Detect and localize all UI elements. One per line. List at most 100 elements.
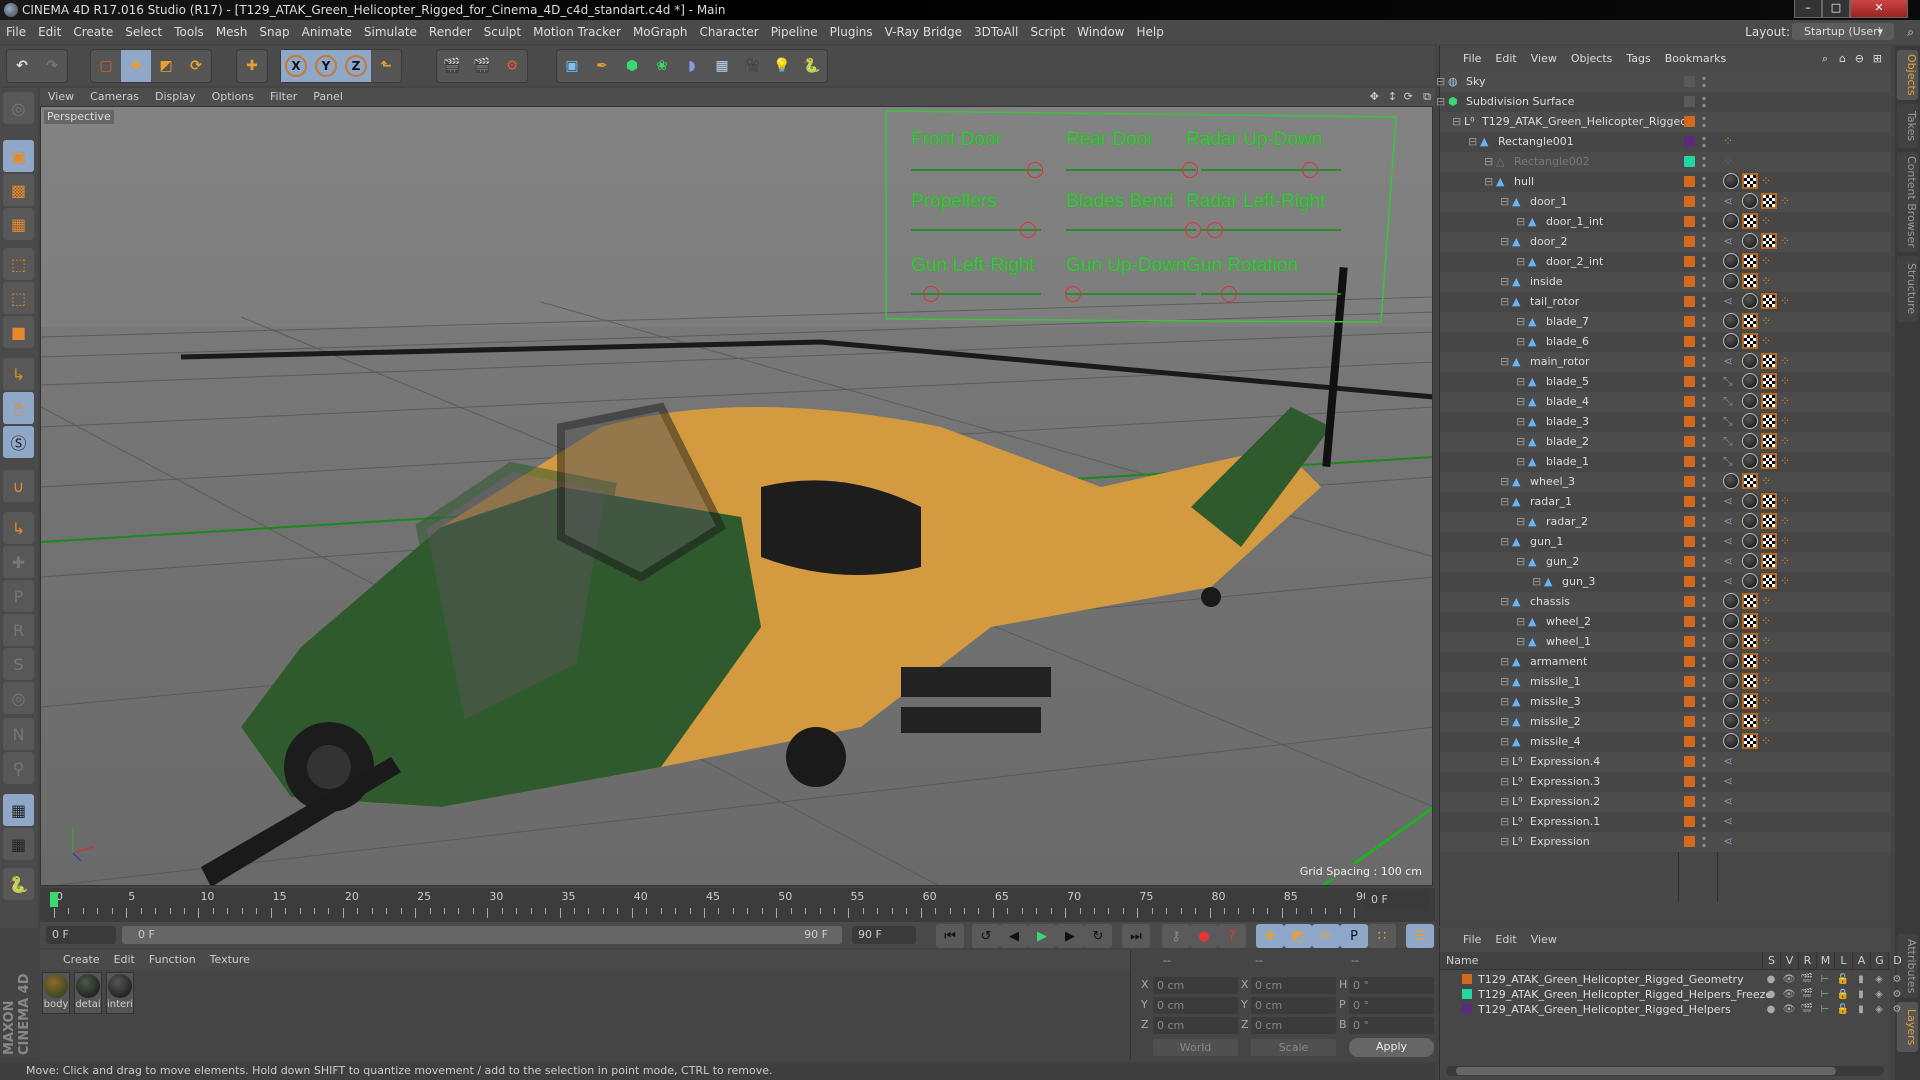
layer-horizontal-scrollbar[interactable] — [1446, 1066, 1884, 1076]
material-tag-icon[interactable] — [1742, 353, 1758, 369]
phong-tag-icon[interactable]: ⁘ — [1761, 333, 1777, 349]
deformer-button[interactable]: ◗ — [677, 50, 707, 82]
phong-tag-icon[interactable]: ⁘ — [1761, 713, 1777, 729]
hud-slider-track[interactable] — [1066, 162, 1198, 178]
object-row[interactable]: ⊟ ▲ blade_3 ⤡ ⁘ — [1440, 412, 1891, 432]
layer-col-l[interactable]: L — [1834, 952, 1852, 970]
pen-button[interactable]: ✒ — [587, 50, 617, 82]
object-row[interactable]: ⊟ ▲ wheel_2 ⁘ — [1440, 612, 1891, 632]
layer-deformers-toggle-icon[interactable]: ⚙ — [1888, 987, 1906, 1002]
layer-color-swatch[interactable] — [1684, 376, 1695, 387]
goto-end-button[interactable]: ⏭ — [1122, 924, 1150, 948]
light-button[interactable]: 💡 — [767, 50, 797, 82]
phong-tag-icon[interactable]: ⁘ — [1761, 693, 1777, 709]
expand-toggle-icon[interactable]: ⊟ — [1500, 772, 1509, 792]
visibility-dots-icon[interactable] — [1702, 355, 1706, 369]
phong-tag-icon[interactable]: ⁘ — [1761, 633, 1777, 649]
om-menu-tags[interactable]: Tags — [1619, 48, 1657, 70]
uvw-tag-icon[interactable] — [1761, 553, 1777, 569]
layer-deformers-toggle-icon[interactable]: ⚙ — [1888, 972, 1906, 987]
menu-select[interactable]: Select — [119, 20, 168, 44]
object-name[interactable]: tail_rotor — [1530, 292, 1579, 312]
uvw-tag-icon[interactable] — [1761, 533, 1777, 549]
next-key-button[interactable]: ↻ — [1084, 924, 1112, 948]
point-mode-icon[interactable]: ⬚ — [3, 248, 34, 280]
hud-slider-knob[interactable] — [922, 286, 939, 302]
phong-tag-icon[interactable]: ⁘ — [1761, 173, 1777, 189]
object-name[interactable]: missile_1 — [1530, 672, 1581, 692]
object-row[interactable]: ⊟ L⁰ Expression.4 ⋖ — [1440, 752, 1891, 772]
auto-key-button[interactable]: ● — [1190, 924, 1218, 948]
constraint-tag-icon[interactable]: ⤡ — [1723, 393, 1739, 409]
python-icon[interactable]: 🐍 — [3, 868, 34, 900]
hud-slider-knob[interactable] — [1064, 286, 1081, 302]
layer-color-swatch[interactable] — [1684, 836, 1695, 847]
x-axis-lock-button[interactable]: X — [281, 50, 311, 82]
home-icon[interactable]: ⌂ — [1839, 48, 1846, 70]
menu-mograph[interactable]: MoGraph — [627, 20, 694, 44]
object-name[interactable]: Sky — [1466, 72, 1485, 92]
layer-color-swatch[interactable] — [1684, 356, 1695, 367]
visibility-dots-icon[interactable] — [1702, 715, 1706, 729]
uvw-tag-icon[interactable] — [1742, 173, 1758, 189]
object-name[interactable]: missile_3 — [1530, 692, 1581, 712]
expand-toggle-icon[interactable]: ⊟ — [1500, 472, 1509, 492]
hud-slider-knob[interactable] — [1181, 162, 1198, 178]
model-mode-icon[interactable]: ◎ — [3, 92, 34, 124]
xpresso-tag-icon[interactable]: ⋖ — [1723, 793, 1739, 809]
expand-toggle-icon[interactable]: ⊟ — [1500, 672, 1509, 692]
phong-tag-icon[interactable]: ⁘ — [1761, 273, 1777, 289]
visibility-dots-icon[interactable] — [1702, 95, 1706, 109]
material-tag-icon[interactable] — [1723, 673, 1739, 689]
viewport-menu-display[interactable]: Display — [147, 88, 204, 106]
phong-tag-icon[interactable]: ⁘ — [1780, 453, 1796, 469]
key-help-button[interactable]: ? — [1218, 924, 1246, 948]
visibility-dots-icon[interactable] — [1702, 155, 1706, 169]
tweak-mode-icon[interactable]: 🖱 — [3, 392, 34, 424]
expand-toggle-icon[interactable]: ⊟ — [1516, 632, 1525, 652]
phong-tag-icon[interactable]: ⁘ — [1761, 593, 1777, 609]
viewport-menu-cameras[interactable]: Cameras — [82, 88, 147, 106]
om-menu-view[interactable]: View — [1524, 48, 1564, 70]
material-detail[interactable]: detai — [74, 972, 102, 1014]
workplane-rotate-icon[interactable]: ▦ — [3, 828, 34, 860]
lm-menu-view[interactable]: View — [1524, 930, 1564, 950]
object-row[interactable]: ⊟ ▲ tail_rotor ⋖ ⁘ — [1440, 292, 1891, 312]
xpresso-tag-icon[interactable]: ⋖ — [1723, 553, 1739, 569]
workplane-axis-icon[interactable]: ↳ — [3, 512, 34, 544]
constraint-tag-icon[interactable]: ⤡ — [1723, 453, 1739, 469]
visibility-dots-icon[interactable] — [1702, 555, 1706, 569]
expand-toggle-icon[interactable]: ⊟ — [1516, 392, 1525, 412]
size-y-field[interactable]: 0 cm — [1251, 997, 1336, 1014]
scale-key-button[interactable]: ◩ — [1284, 924, 1312, 948]
uvw-tag-icon[interactable] — [1742, 693, 1758, 709]
expand-toggle-icon[interactable]: ⊟ — [1500, 812, 1509, 832]
frame-display-field[interactable]: 0 F — [1365, 891, 1429, 909]
layer-color-swatch[interactable] — [1684, 316, 1695, 327]
viewport-menu-view[interactable]: View — [40, 88, 82, 106]
object-name[interactable]: Expression.3 — [1530, 772, 1600, 792]
uvw-tag-icon[interactable] — [1761, 413, 1777, 429]
object-row[interactable]: ⊟ ▲ door_2_int ⁘ — [1440, 252, 1891, 272]
visibility-dots-icon[interactable] — [1702, 775, 1706, 789]
visibility-dots-icon[interactable] — [1702, 295, 1706, 309]
uvw-tag-icon[interactable] — [1761, 293, 1777, 309]
visibility-dots-icon[interactable] — [1702, 175, 1706, 189]
object-name[interactable]: wheel_2 — [1546, 612, 1591, 632]
camera-button[interactable]: 🎥 — [737, 50, 767, 82]
uvw-tag-icon[interactable] — [1742, 273, 1758, 289]
layer-color-swatch[interactable] — [1684, 436, 1695, 447]
expand-toggle-icon[interactable]: ⊟ — [1500, 792, 1509, 812]
visibility-dots-icon[interactable] — [1702, 495, 1706, 509]
expand-toggle-icon[interactable]: ⊟ — [1516, 432, 1525, 452]
om-menu-file[interactable]: File — [1456, 48, 1488, 70]
material-menu-function[interactable]: Function — [142, 950, 203, 970]
scale-tool-button[interactable]: ◩ — [151, 50, 181, 82]
layer-color-swatch[interactable] — [1462, 974, 1472, 984]
layer-color-swatch[interactable] — [1462, 1004, 1472, 1014]
layer-col-a[interactable]: A — [1852, 952, 1870, 970]
material-tag-icon[interactable] — [1742, 433, 1758, 449]
expand-toggle-icon[interactable]: ⊟ — [1484, 172, 1493, 192]
phong-tag-icon[interactable]: ⁘ — [1761, 473, 1777, 489]
pla-key-button[interactable]: ∷ — [1368, 924, 1396, 948]
